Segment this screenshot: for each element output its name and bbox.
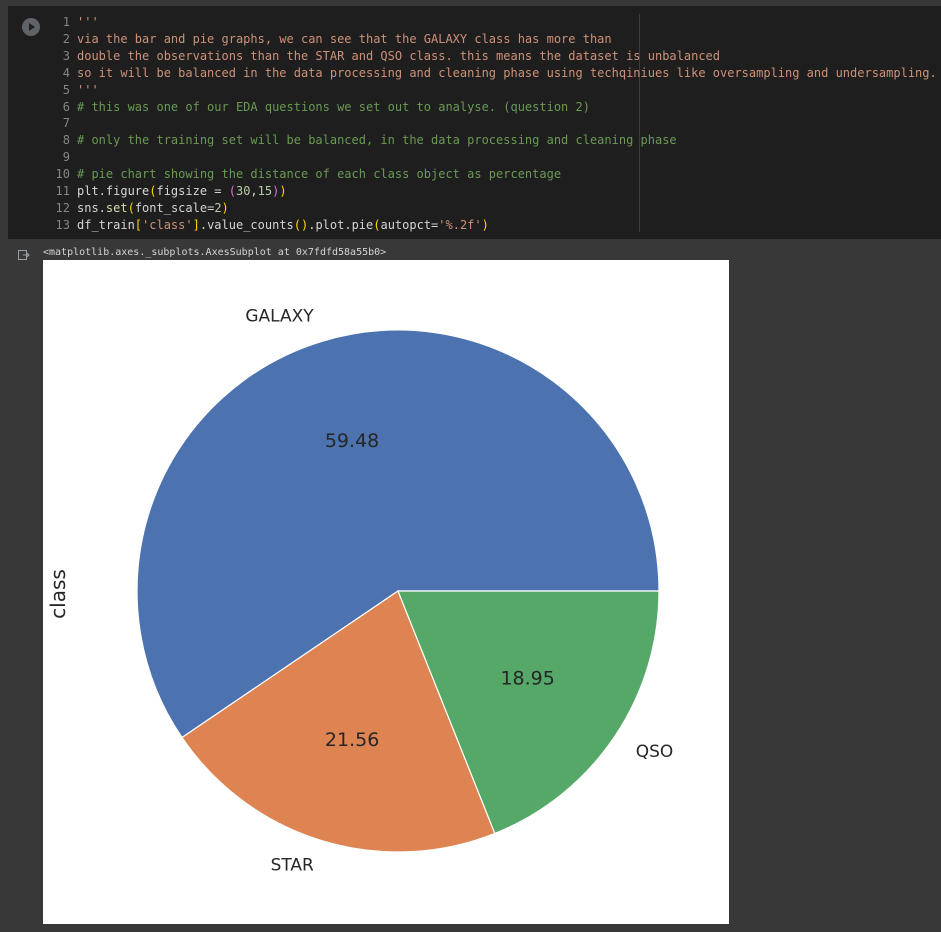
run-cell-icon[interactable] — [22, 18, 40, 36]
code-text: double the observations than the STAR an… — [77, 48, 720, 63]
line-number: 7 — [62, 116, 70, 131]
code-text: # pie chart showing the distance of each… — [77, 167, 562, 182]
code-text: via the bar and pie graphs, we can see t… — [77, 31, 612, 46]
line-number: 2 — [62, 31, 70, 46]
code-text: sns.set(font_scale=2) — [77, 200, 229, 215]
line-number: 5 — [62, 82, 70, 97]
slice-label-galaxy: GALAXY — [245, 307, 314, 327]
pct-label-star: 21.56 — [325, 729, 379, 751]
output-repr-text: <matplotlib.axes._subplots.AxesSubplot a… — [43, 247, 387, 258]
line-number: 9 — [62, 150, 70, 165]
line-number: 8 — [62, 133, 70, 148]
pie-chart: GALAXY 59.48 STAR 21.56 QSO 18.95 class — [46, 307, 674, 876]
code-text: ''' — [77, 15, 99, 29]
y-axis-label: class — [46, 569, 70, 619]
line-number: 3 — [62, 48, 70, 63]
code-text: # only the training set will be balanced… — [77, 133, 677, 148]
line-number: 10 — [55, 167, 70, 182]
code-text: ''' — [77, 82, 99, 97]
slice-label-qso: QSO — [636, 742, 674, 762]
pct-label-qso: 18.95 — [500, 667, 554, 689]
pie-chart-figure: GALAXY 59.48 STAR 21.56 QSO 18.95 class — [43, 260, 729, 924]
line-number: 13 — [55, 217, 70, 232]
code-text: # this was one of our EDA questions we s… — [77, 99, 590, 114]
code-cell[interactable]: 1 ''' 2 via the bar and pie graphs, we can … — [8, 6, 941, 239]
pct-label-galaxy: 59.48 — [325, 430, 379, 452]
slice-label-star: STAR — [271, 855, 314, 875]
line-number: 11 — [55, 184, 70, 198]
code-text: plt.figure(figsize = (30,15)) — [77, 184, 287, 198]
line-number: 6 — [62, 99, 70, 114]
code-text: df_train['class'].value_counts().plot.pi… — [77, 217, 489, 232]
line-number: 12 — [55, 200, 70, 215]
code-text: so it will be balanced in the data proce… — [77, 65, 937, 80]
code-ruler — [639, 14, 640, 232]
line-number: 1 — [62, 15, 70, 29]
line-number: 4 — [62, 65, 70, 80]
output-icon[interactable] — [18, 250, 30, 260]
